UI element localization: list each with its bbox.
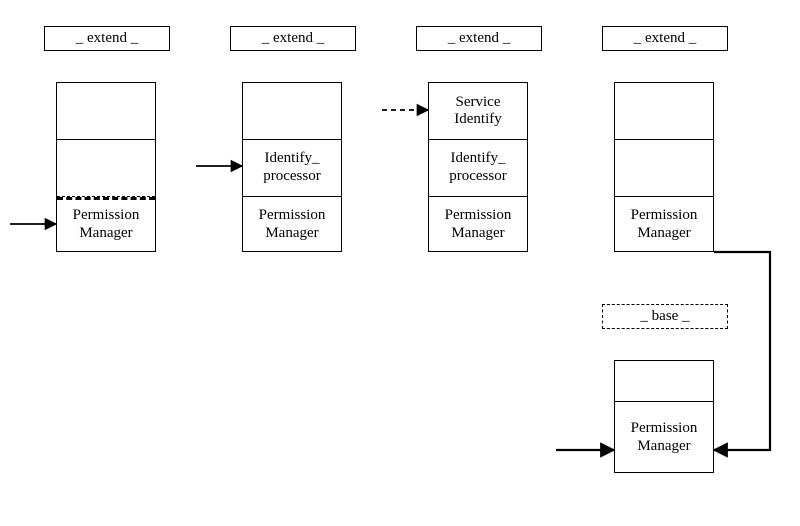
extend-label-3: _ extend _ (416, 26, 542, 51)
stack-col4-slot3: Permission Manager (615, 196, 713, 253)
stack-col1: Permission Manager (56, 82, 156, 252)
stack-col4-slot2 (615, 139, 713, 196)
stack-col2-slot3: Permission Manager (243, 196, 341, 253)
extend-label-4: _ extend _ (602, 26, 728, 51)
extend-label-2: _ extend _ (230, 26, 356, 51)
stack-col3-slot2: Identify_ processor (429, 139, 527, 196)
stack-col2-slot2: Identify_ processor (243, 139, 341, 196)
stack-bottom-slot1 (615, 361, 713, 401)
stack-col3: Service Identify Identify_ processor Per… (428, 82, 528, 252)
stack-bottom: Permission Manager (614, 360, 714, 473)
stack-col4: Permission Manager (614, 82, 714, 252)
stack-col1-slot2 (57, 139, 155, 196)
connector-col4-to-base-right (714, 252, 770, 450)
stack-col1-slot1 (57, 83, 155, 139)
stack-col4-slot1 (615, 83, 713, 139)
stack-col3-slot3: Permission Manager (429, 196, 527, 253)
extend-label-1: _ extend _ (44, 26, 170, 51)
stack-col3-slot1: Service Identify (429, 83, 527, 139)
stack-col2: Identify_ processor Permission Manager (242, 82, 342, 252)
diagram-stage: _ extend _ _ extend _ _ extend _ _ exten… (0, 0, 800, 526)
stack-col1-slot3: Permission Manager (57, 196, 155, 253)
stack-col2-slot1 (243, 83, 341, 139)
base-label: _ base _ (602, 304, 728, 329)
stack-bottom-slot2: Permission Manager (615, 401, 713, 474)
